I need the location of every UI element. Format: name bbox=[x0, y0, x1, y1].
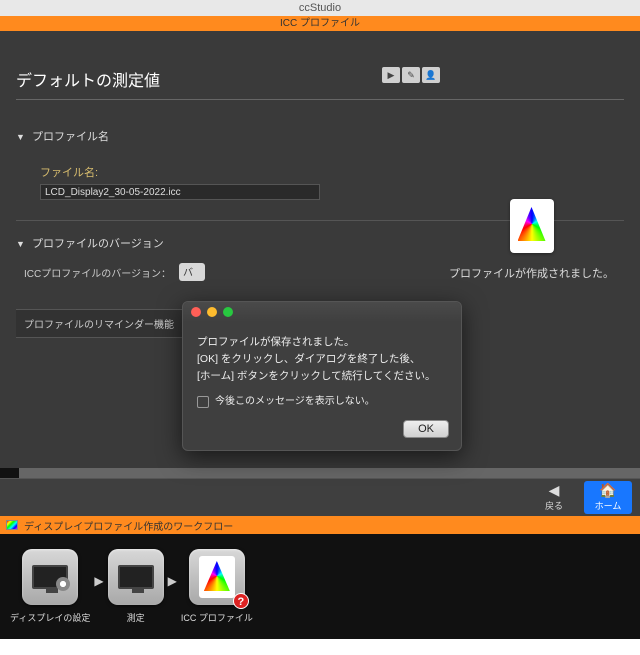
ok-button[interactable]: OK bbox=[403, 420, 449, 438]
chevron-right-icon: ▶ bbox=[166, 574, 179, 600]
profile-created-text: プロファイルが作成されました。 bbox=[449, 265, 614, 281]
disclosure-triangle-icon: ▼ bbox=[16, 132, 25, 142]
step-measure[interactable]: 測定 bbox=[108, 549, 164, 624]
monitor-icon bbox=[118, 565, 154, 589]
back-label: 戻る bbox=[545, 501, 563, 511]
section-profile-name[interactable]: ▼ プロファイル名 bbox=[16, 128, 624, 144]
dialog-titlebar[interactable] bbox=[183, 302, 461, 322]
dialog-line2: [OK] をクリックし、ダイアログを終了した後、 bbox=[197, 351, 447, 368]
home-button[interactable]: 🏠 ホーム bbox=[584, 481, 632, 514]
progress-strip bbox=[0, 468, 640, 478]
version-label: ICCプロファイルのバージョン： bbox=[24, 265, 171, 280]
home-icon: 🏠 bbox=[586, 483, 630, 497]
dont-show-again-checkbox[interactable] bbox=[197, 396, 209, 408]
chevron-right-icon: ▶ bbox=[92, 574, 105, 600]
dont-show-again-label: 今後このメッセージを表示しない。 bbox=[215, 394, 375, 410]
step-label: ICC プロファイル bbox=[181, 611, 253, 624]
window-title-bar: ICC プロファイル bbox=[0, 16, 640, 31]
minimize-icon[interactable] bbox=[207, 307, 217, 317]
back-button[interactable]: ◀ 戻る bbox=[530, 481, 578, 514]
filename-label: ファイル名: bbox=[40, 164, 624, 180]
monitor-settings-icon bbox=[32, 565, 68, 589]
divider bbox=[16, 99, 624, 100]
workflow-icon bbox=[6, 520, 18, 530]
toolbar-icons: ▶ ✎ 👤 bbox=[380, 67, 440, 83]
section-label: プロファイル名 bbox=[32, 131, 109, 143]
disclosure-triangle-icon: ▼ bbox=[16, 239, 25, 249]
step-display-settings[interactable]: ディスプレイの設定 bbox=[10, 549, 90, 624]
section-label: プロファイルのバージョン bbox=[32, 238, 164, 250]
close-icon[interactable] bbox=[191, 307, 201, 317]
dialog-line3: [ホーム] ボタンをクリックして続行してください。 bbox=[197, 368, 447, 385]
workflow-header: ディスプレイプロファイル作成のワークフロー bbox=[0, 516, 640, 534]
mac-titlebar: ccStudio bbox=[0, 0, 640, 16]
workflow-steps: ディスプレイの設定 ▶ 測定 ▶ ? ICC プロファイル bbox=[0, 534, 640, 639]
save-confirmation-dialog: プロファイルが保存されました。 [OK] をクリックし、ダイアログを終了した後、… bbox=[182, 301, 462, 451]
dialog-line1: プロファイルが保存されました。 bbox=[197, 334, 447, 351]
profile-created-box: プロファイルが作成されました。 bbox=[449, 199, 614, 281]
zoom-icon[interactable] bbox=[223, 307, 233, 317]
reminder-row: プロファイルのリマインダー機能 bbox=[16, 309, 206, 338]
alert-badge-icon: ? bbox=[233, 593, 249, 609]
back-arrow-icon: ◀ bbox=[532, 483, 576, 497]
version-select[interactable]: バ bbox=[179, 263, 205, 281]
nav-footer: ◀ 戻る 🏠 ホーム bbox=[0, 478, 640, 516]
page-title: デフォルトの測定値 bbox=[16, 67, 160, 91]
main-panel: ▶ ✎ 👤 デフォルトの測定値 ▼ プロファイル名 ファイル名: ▼ プロファイ… bbox=[0, 31, 640, 468]
play-icon[interactable]: ▶ bbox=[382, 67, 400, 83]
workflow-title: ディスプレイプロファイル作成のワークフロー bbox=[24, 518, 233, 533]
step-icc-profile[interactable]: ? ICC プロファイル bbox=[181, 549, 253, 624]
step-label: 測定 bbox=[108, 611, 164, 624]
dialog-body: プロファイルが保存されました。 [OK] をクリックし、ダイアログを終了した後、… bbox=[183, 322, 461, 420]
icc-profile-icon bbox=[510, 199, 554, 253]
page-end bbox=[0, 639, 640, 655]
reminder-label: プロファイルのリマインダー機能 bbox=[24, 316, 174, 331]
step-label: ディスプレイの設定 bbox=[10, 611, 90, 624]
home-label: ホーム bbox=[595, 501, 622, 511]
edit-icon[interactable]: ✎ bbox=[402, 67, 420, 83]
filename-input[interactable] bbox=[40, 184, 320, 200]
icc-profile-icon bbox=[199, 556, 235, 598]
user-icon[interactable]: 👤 bbox=[422, 67, 440, 83]
